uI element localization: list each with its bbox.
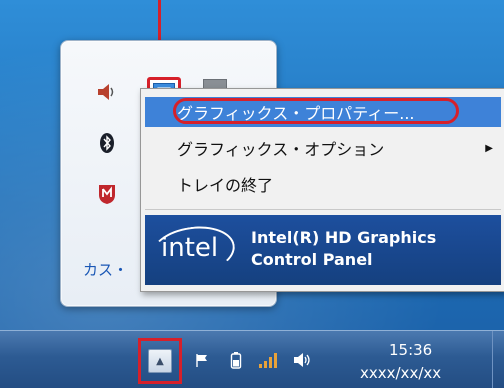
menu-item-graphics-properties[interactable]: グラフィックス・プロパティー...: [145, 97, 501, 127]
clock-date[interactable]: xxxx/xx/xx: [360, 364, 441, 382]
intel-banner-title: Intel(R) HD Graphics Control Panel: [251, 227, 436, 271]
chevron-up-icon: ▲: [148, 349, 172, 373]
mcafee-icon[interactable]: [94, 181, 120, 207]
clock-time[interactable]: 15:36: [389, 341, 432, 359]
menu-item-exit-tray[interactable]: トレイの終了: [145, 169, 501, 199]
intel-banner-title-line1: Intel(R) HD Graphics: [251, 228, 437, 247]
speaker-icon[interactable]: [94, 79, 120, 105]
show-hidden-icons-button[interactable]: ▲: [138, 338, 182, 384]
volume-icon[interactable]: [292, 350, 312, 370]
menu-item-label: トレイの終了: [177, 176, 274, 195]
taskbar: ▲ 15:36 xxxx/xx/xx: [0, 330, 504, 388]
network-icon[interactable]: [258, 350, 278, 370]
battery-icon[interactable]: [226, 350, 246, 370]
show-desktop-divider[interactable]: [492, 331, 493, 388]
annotation-highlight-ring: [173, 98, 459, 124]
submenu-arrow-icon: ▶: [485, 142, 493, 154]
intel-banner-title-line2: Control Panel: [251, 250, 373, 269]
intel-control-panel-item[interactable]: intel Intel(R) HD Graphics Control Panel: [145, 215, 501, 285]
bluetooth-icon[interactable]: [94, 130, 120, 156]
menu-item-label: グラフィックス・オプション: [177, 140, 385, 159]
flag-icon[interactable]: [192, 350, 212, 370]
intel-logo: intel: [161, 233, 219, 263]
customize-link[interactable]: カス・: [83, 259, 128, 280]
intel-graphics-context-menu: グラフィックス・プロパティー... グラフィックス・オプション ▶ トレイの終了…: [140, 88, 504, 292]
menu-item-graphics-options[interactable]: グラフィックス・オプション ▶: [145, 133, 501, 163]
menu-separator: [145, 209, 501, 210]
